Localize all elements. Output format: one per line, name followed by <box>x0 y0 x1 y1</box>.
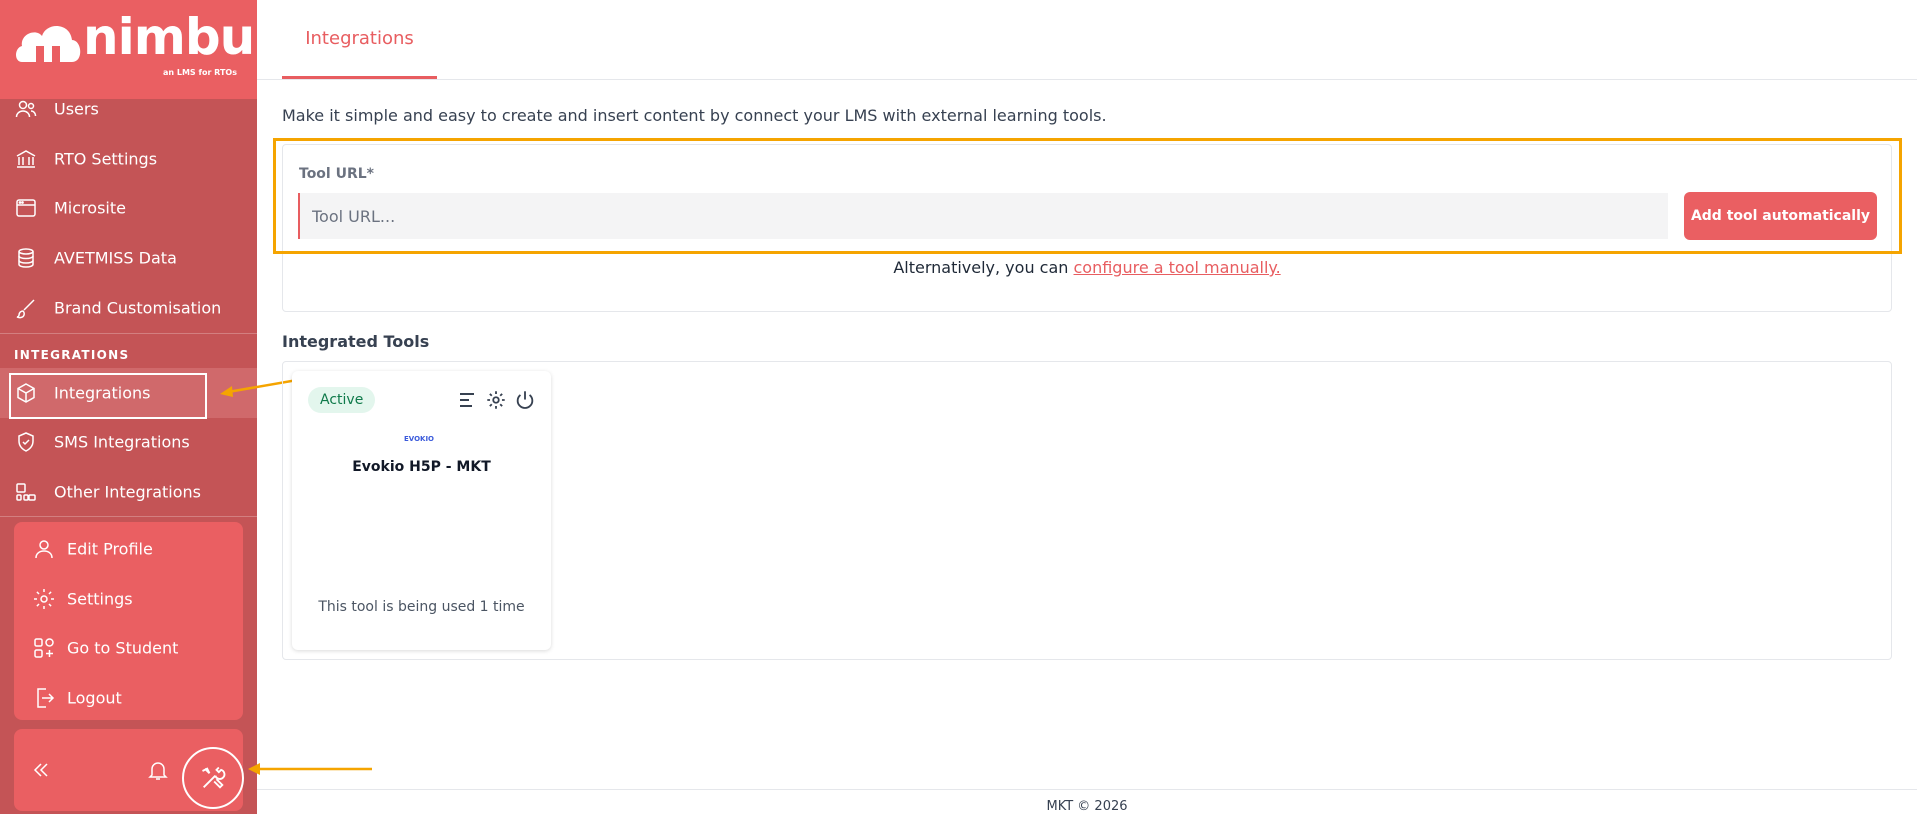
apps-icon <box>34 638 54 658</box>
tools-icon <box>202 766 226 789</box>
sidebar-item-other-integrations[interactable]: Other Integrations <box>0 469 257 515</box>
status-badge: Active <box>308 387 376 413</box>
menu-lines-icon[interactable] <box>456 389 478 411</box>
tool-name: Evokio H5P - MKT <box>352 459 491 475</box>
tool-url-label: Tool URL* <box>299 166 374 182</box>
menu-item-label: Settings <box>67 589 133 609</box>
divider <box>0 333 257 334</box>
power-icon[interactable] <box>514 389 536 411</box>
integrated-tools-heading: Integrated Tools <box>282 332 430 351</box>
brand-name: nimbu <box>83 8 255 66</box>
bell-icon[interactable] <box>146 758 170 782</box>
menu-item-settings[interactable]: Settings <box>14 576 243 622</box>
alternative-row: Alternatively, you can configure a tool … <box>282 258 1892 277</box>
section-heading-integrations: INTEGRATIONS <box>14 348 130 362</box>
configure-manually-link[interactable]: configure a tool manually. <box>1074 258 1281 277</box>
menu-item-label: Edit Profile <box>67 539 153 559</box>
gear-icon <box>34 589 54 609</box>
main-content: Integrations Make it simple and easy to … <box>257 0 1917 814</box>
tab-bar: Integrations <box>257 0 1917 80</box>
database-icon <box>18 248 34 268</box>
sidebar-item-sms-integrations[interactable]: SMS Integrations <box>0 419 257 465</box>
divider <box>0 516 257 517</box>
sidebar-item-label: Integrations <box>54 383 151 403</box>
users-icon <box>15 100 37 118</box>
sidebar-item-label: AVETMISS Data <box>54 248 177 268</box>
bottom-controls <box>14 729 244 811</box>
profile-menu: Edit Profile Settings Go to Student Logo… <box>14 522 243 720</box>
menu-item-go-to-student[interactable]: Go to Student <box>14 625 243 671</box>
menu-item-logout[interactable]: Logout <box>14 675 243 721</box>
bank-icon <box>16 150 36 168</box>
sidebar-item-brand-customisation[interactable]: Brand Customisation <box>0 285 257 331</box>
tool-card[interactable]: Active EVOKIO Evokio H5P - MKT This tool… <box>292 371 551 650</box>
collapse-sidebar-icon[interactable] <box>32 761 50 779</box>
gear-icon[interactable] <box>485 389 507 411</box>
sidebar-item-rto-settings[interactable]: RTO Settings <box>0 136 257 182</box>
browser-icon <box>16 199 36 217</box>
sidebar-item-label: Brand Customisation <box>54 298 222 318</box>
tool-logo: EVOKIO <box>404 435 435 443</box>
widgets-icon <box>16 483 36 501</box>
cloud-logo-icon <box>16 25 81 62</box>
sidebar-item-label: Microsite <box>54 198 126 218</box>
brand-tagline: an LMS for RTOs <box>162 68 237 77</box>
logout-icon <box>37 688 55 708</box>
sidebar-item-label: SMS Integrations <box>54 432 190 452</box>
footer: MKT © 2026 <box>257 789 1917 814</box>
tab-integrations[interactable]: Integrations <box>282 0 437 79</box>
sidebar-item-label: Other Integrations <box>54 482 202 502</box>
menu-item-edit-profile[interactable]: Edit Profile <box>14 526 243 572</box>
sidebar-item-avetmiss[interactable]: AVETMISS Data <box>0 235 257 281</box>
brush-icon <box>16 299 35 319</box>
alternative-text: Alternatively, you can <box>893 258 1069 277</box>
add-tool-automatically-button[interactable]: Add tool automatically <box>1684 192 1877 240</box>
sidebar-item-label: RTO Settings <box>54 149 158 169</box>
sidebar-item-users[interactable]: Users <box>0 86 257 132</box>
tools-button[interactable] <box>182 747 244 809</box>
brand-logo[interactable]: nimbu an LMS for RTOs <box>0 0 257 99</box>
menu-item-label: Logout <box>67 688 122 708</box>
sidebar: nimbu an LMS for RTOs Users RTO Settings… <box>0 0 257 814</box>
tool-url-input[interactable] <box>298 193 1668 239</box>
shield-check-icon <box>18 432 34 452</box>
cube-icon <box>17 383 35 403</box>
intro-text: Make it simple and easy to create and in… <box>282 106 1107 125</box>
sidebar-item-microsite[interactable]: Microsite <box>0 185 257 231</box>
tool-usage-text: This tool is being used 1 time <box>318 599 525 615</box>
sidebar-item-label: Users <box>54 99 99 119</box>
menu-item-label: Go to Student <box>67 638 179 658</box>
user-icon <box>35 540 53 559</box>
